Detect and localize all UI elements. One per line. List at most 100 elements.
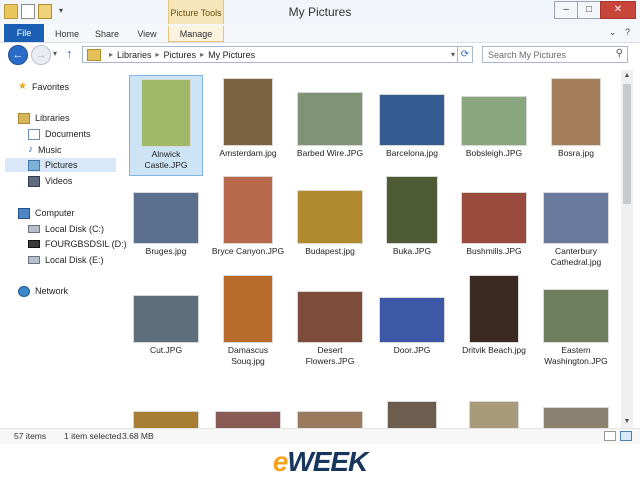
- file-item[interactable]: Alnwick Castle.JPG: [129, 75, 203, 176]
- help-icon[interactable]: ?: [625, 27, 630, 37]
- image-thumbnail[interactable]: [470, 276, 518, 342]
- file-item[interactable]: [539, 372, 613, 428]
- expand-ribbon-icon[interactable]: ⌄: [609, 27, 617, 37]
- maximize-button[interactable]: □: [577, 1, 601, 19]
- image-thumbnail[interactable]: [142, 80, 190, 146]
- file-item[interactable]: Canterbury Cathedral.jpg: [539, 173, 613, 268]
- tab-file[interactable]: File: [4, 24, 44, 42]
- large-icons-view-button[interactable]: [620, 431, 632, 441]
- file-item[interactable]: Barbed Wire.JPG: [293, 75, 367, 159]
- pictures-icon: [28, 159, 40, 171]
- nav-label: FOURGBSDSIL (D:): [45, 239, 127, 249]
- nav-favorites[interactable]: ★ Favorites: [18, 80, 69, 94]
- file-item[interactable]: Amsterdam.jpg: [211, 75, 285, 159]
- image-thumbnail[interactable]: [216, 412, 280, 428]
- image-thumbnail[interactable]: [380, 95, 444, 145]
- image-thumbnail[interactable]: [544, 408, 608, 428]
- file-item[interactable]: Bruges.jpg: [129, 173, 203, 257]
- nav-label: Network: [35, 286, 69, 296]
- file-item[interactable]: [375, 372, 449, 428]
- image-thumbnail[interactable]: [462, 97, 526, 145]
- image-thumbnail[interactable]: [380, 298, 444, 342]
- vertical-scrollbar[interactable]: ▲ ▼: [621, 70, 633, 428]
- nav-disk-e[interactable]: Local Disk (E:): [28, 253, 104, 267]
- image-thumbnail[interactable]: [134, 296, 198, 342]
- file-name: Bushmills.JPG: [466, 246, 522, 256]
- forward-button[interactable]: →: [31, 45, 51, 65]
- file-item[interactable]: Barcelona.jpg: [375, 75, 449, 159]
- file-item[interactable]: Eastern Washington.JPG: [539, 272, 613, 367]
- file-item[interactable]: Dritvik Beach.jpg: [457, 272, 531, 356]
- nav-documents[interactable]: Documents: [28, 127, 91, 141]
- nav-disk-c[interactable]: Local Disk (C:): [28, 222, 104, 236]
- file-item[interactable]: Bushmills.JPG: [457, 173, 531, 257]
- image-thumbnail[interactable]: [544, 290, 608, 342]
- image-thumbnail[interactable]: [224, 276, 272, 342]
- breadcrumb-chevron-icon[interactable]: ▸: [200, 50, 204, 59]
- image-thumbnail[interactable]: [224, 79, 272, 145]
- image-thumbnail[interactable]: [470, 402, 518, 428]
- breadcrumb-chevron-icon[interactable]: ▸: [109, 50, 113, 59]
- image-thumbnail[interactable]: [298, 191, 362, 243]
- image-thumbnail[interactable]: [298, 292, 362, 342]
- tab-home[interactable]: Home: [52, 26, 82, 42]
- image-thumbnail[interactable]: [544, 193, 608, 243]
- file-item[interactable]: [129, 372, 203, 428]
- image-thumbnail[interactable]: [387, 177, 437, 243]
- minimize-button[interactable]: –: [554, 1, 578, 19]
- image-thumbnail[interactable]: [462, 193, 526, 243]
- breadcrumb-my-pictures[interactable]: My Pictures: [208, 50, 255, 60]
- tab-share[interactable]: Share: [92, 26, 122, 42]
- breadcrumb-pictures[interactable]: Pictures: [164, 50, 197, 60]
- file-item[interactable]: Cut.JPG: [129, 272, 203, 356]
- nav-network[interactable]: Network: [18, 284, 68, 298]
- refresh-button[interactable]: ⟳: [457, 46, 473, 63]
- recent-locations-dropdown-icon[interactable]: ▾: [53, 49, 57, 58]
- nav-music[interactable]: ♪ Music: [28, 143, 62, 157]
- nav-computer[interactable]: Computer: [18, 206, 75, 220]
- search-box[interactable]: ⚲: [482, 46, 628, 63]
- image-thumbnail[interactable]: [134, 412, 198, 428]
- file-item[interactable]: Damascus Souq.jpg: [211, 272, 285, 367]
- scroll-down-icon[interactable]: ▼: [621, 416, 633, 428]
- image-thumbnail[interactable]: [552, 79, 600, 145]
- file-item[interactable]: Bryce Canyon.JPG: [211, 173, 285, 257]
- address-dropdown-icon[interactable]: ▾: [451, 50, 455, 59]
- hard-disk-icon: [28, 225, 40, 233]
- file-item[interactable]: [211, 372, 285, 428]
- tab-view[interactable]: View: [132, 26, 162, 42]
- file-grid: Alnwick Castle.JPG Amsterdam.jpg Barbed Wi…: [125, 70, 621, 428]
- file-item[interactable]: Budapest.jpg: [293, 173, 367, 257]
- file-item[interactable]: Door.JPG: [375, 272, 449, 356]
- file-item[interactable]: Buka.JPG: [375, 173, 449, 257]
- scrollbar-thumb[interactable]: [623, 84, 631, 204]
- nav-videos[interactable]: Videos: [28, 174, 72, 188]
- file-name: Budapest.jpg: [305, 246, 355, 256]
- search-icon[interactable]: ⚲: [616, 48, 623, 59]
- nav-libraries[interactable]: Libraries: [18, 111, 70, 125]
- image-thumbnail[interactable]: [298, 93, 362, 145]
- tab-manage[interactable]: Manage: [168, 26, 224, 42]
- file-item[interactable]: Bosra.jpg: [539, 75, 613, 159]
- image-thumbnail[interactable]: [224, 177, 272, 243]
- file-item[interactable]: Bobsleigh.JPG: [457, 75, 531, 159]
- nav-disk-d[interactable]: FOURGBSDSIL (D:): [28, 237, 127, 251]
- breadcrumb-chevron-icon[interactable]: ▸: [156, 50, 160, 59]
- file-item[interactable]: [293, 372, 367, 428]
- search-input[interactable]: [483, 47, 606, 62]
- nav-pictures[interactable]: Pictures: [5, 158, 116, 172]
- file-item[interactable]: [457, 372, 531, 428]
- breadcrumb-libraries[interactable]: Libraries: [117, 50, 152, 60]
- file-name: Amsterdam.jpg: [219, 148, 277, 158]
- close-button[interactable]: ✕: [600, 1, 636, 19]
- file-name: Barcelona.jpg: [386, 148, 438, 158]
- up-arrow-icon[interactable]: ↑: [66, 46, 73, 61]
- address-bar[interactable]: ▸ Libraries ▸ Pictures ▸ My Pictures ▾: [82, 46, 460, 63]
- back-button[interactable]: ←: [8, 45, 28, 65]
- image-thumbnail[interactable]: [134, 193, 198, 243]
- image-thumbnail[interactable]: [298, 412, 362, 428]
- image-thumbnail[interactable]: [388, 402, 436, 428]
- scroll-up-icon[interactable]: ▲: [621, 70, 633, 82]
- details-view-button[interactable]: [604, 431, 616, 441]
- file-item[interactable]: Desert Flowers.JPG: [293, 272, 367, 367]
